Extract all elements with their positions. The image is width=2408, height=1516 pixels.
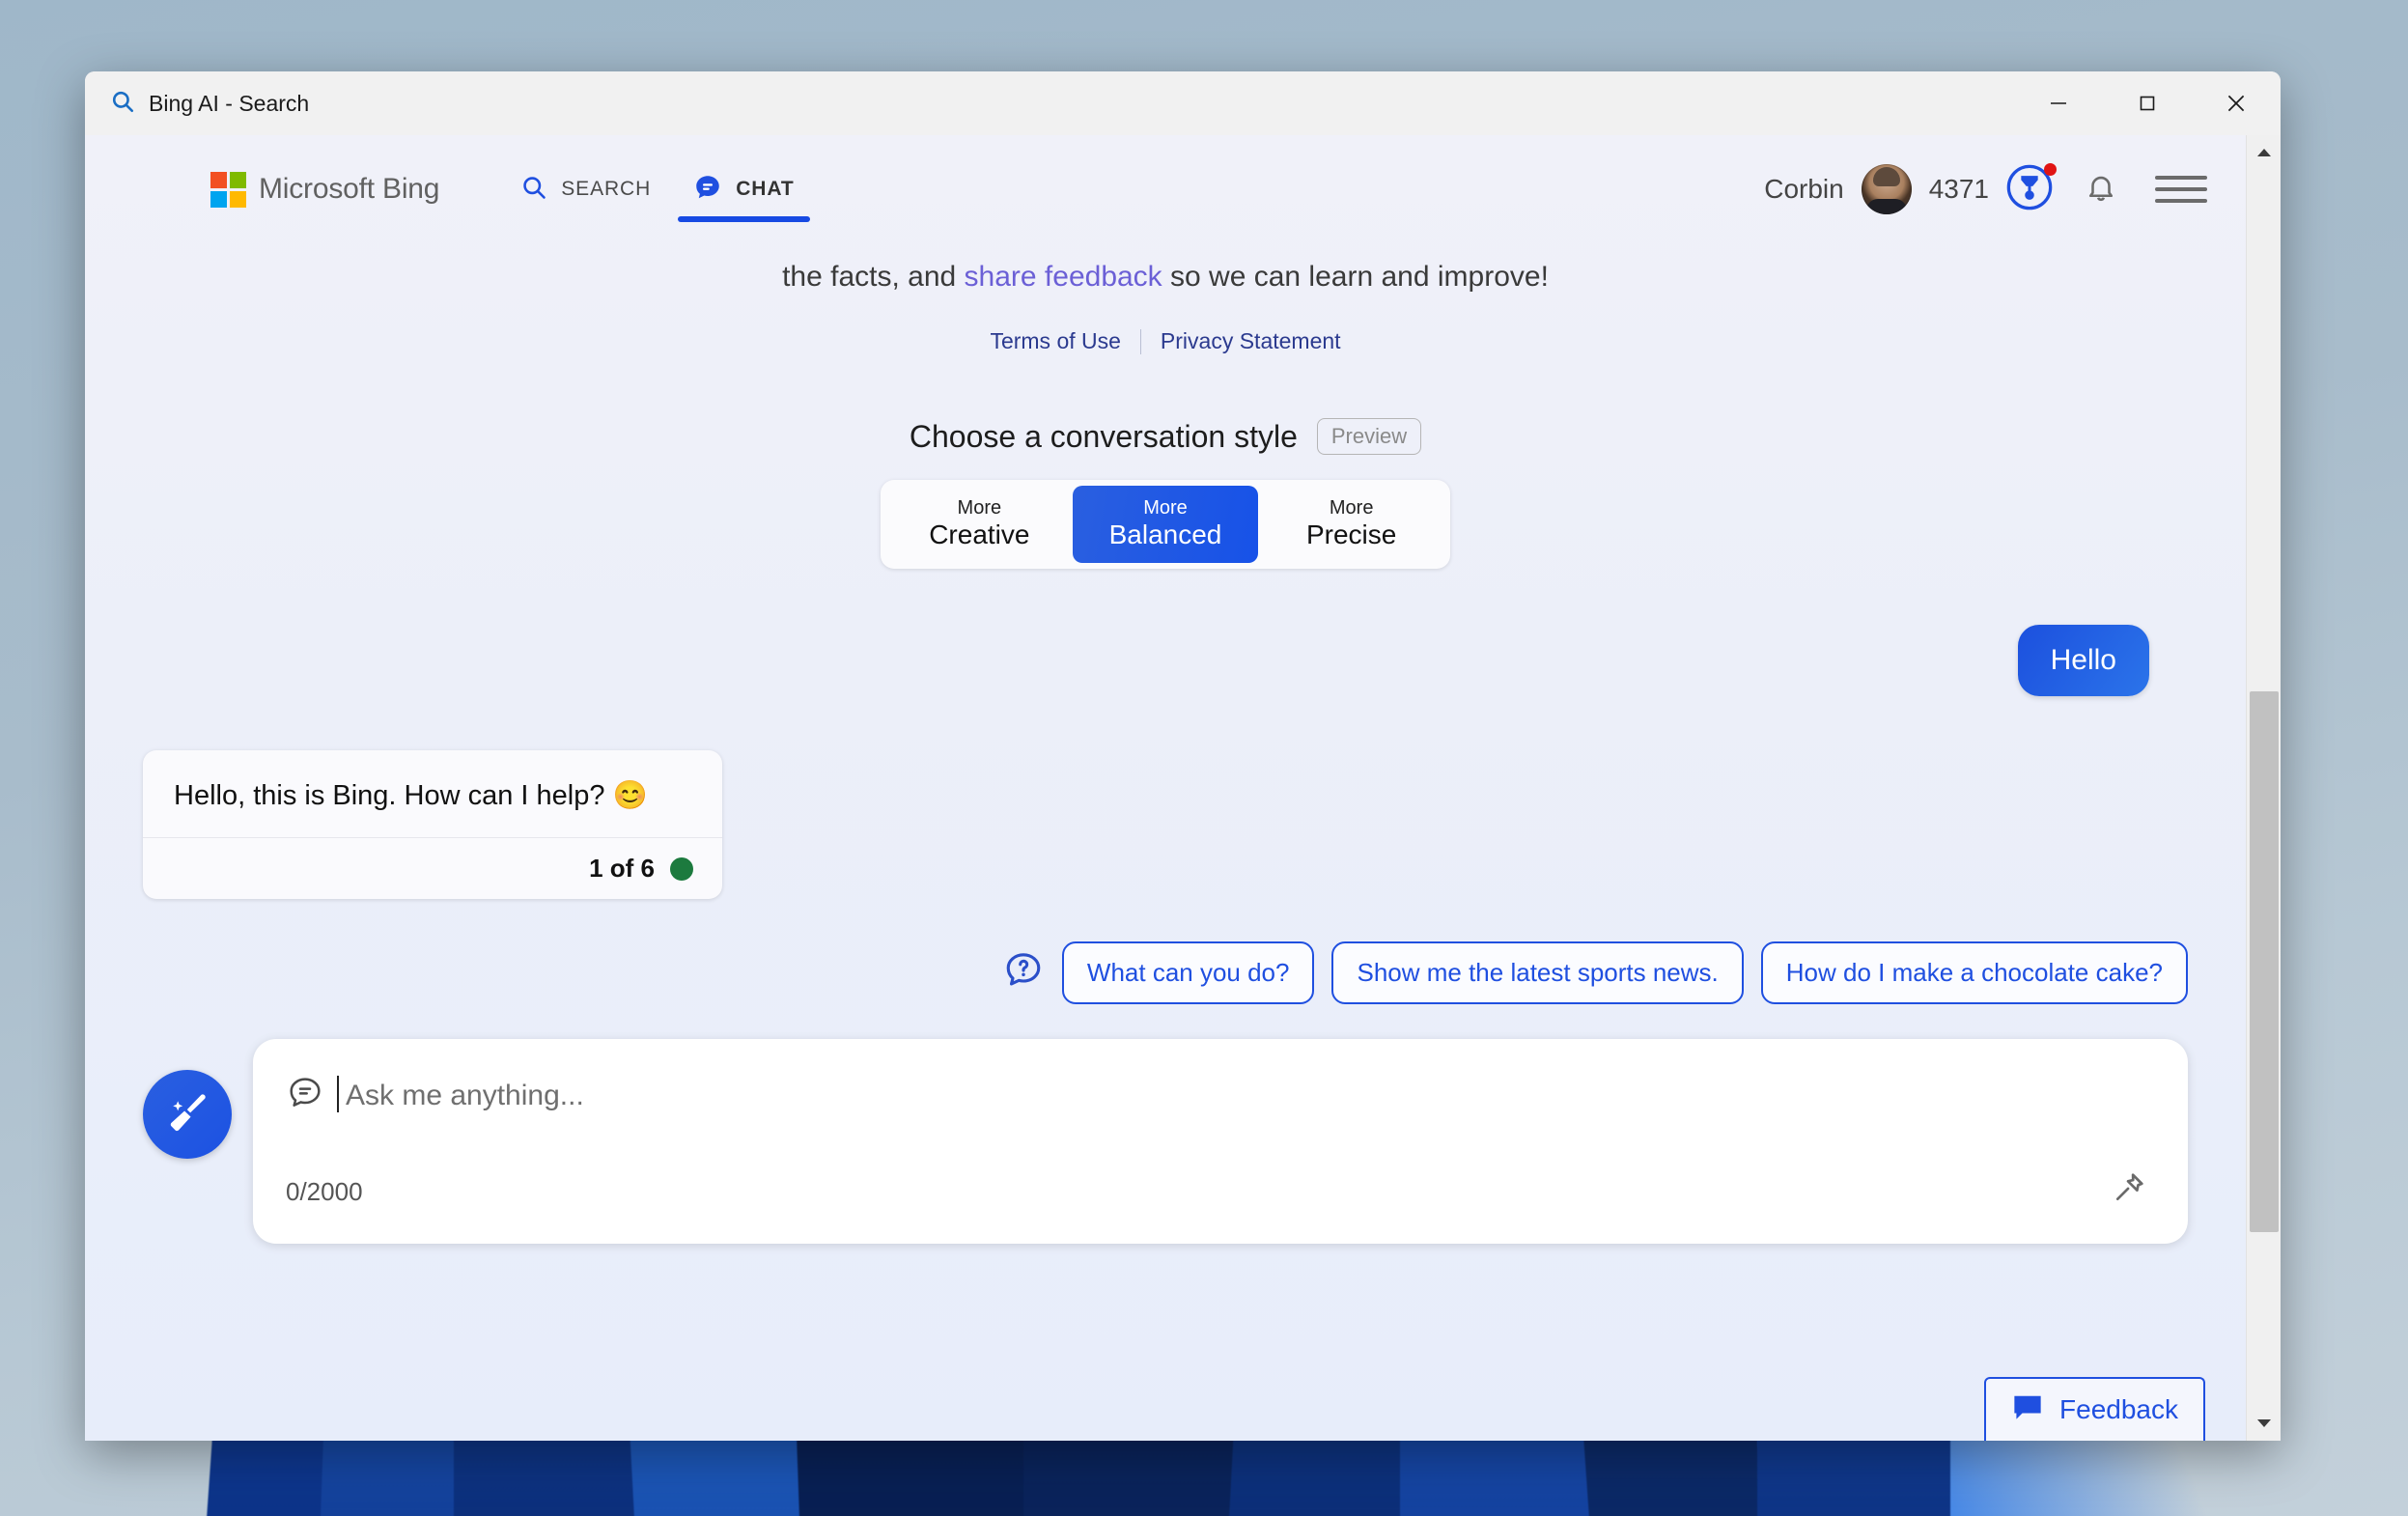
- style-option-balanced-small: More: [1143, 497, 1188, 519]
- share-feedback-link[interactable]: share feedback: [965, 261, 1162, 293]
- tab-search-label: SEARCH: [561, 178, 652, 200]
- notification-dot: [2044, 163, 2057, 176]
- conversation-style-title: Choose a conversation style: [909, 418, 1298, 454]
- chat-transcript: Hello Hello, this is Bing. How can I hel…: [85, 625, 2246, 899]
- search-icon: [110, 89, 135, 119]
- minimize-button[interactable]: [2014, 71, 2103, 135]
- question-bubble-icon: [1002, 949, 1045, 997]
- search-icon: [520, 174, 547, 206]
- suggestion-chip[interactable]: Show me the latest sports news.: [1331, 941, 1744, 1004]
- privacy-statement-link[interactable]: Privacy Statement: [1141, 328, 1360, 354]
- message-user: Hello: [143, 625, 2188, 696]
- bot-message-text: Hello, this is Bing. How can I help? 😊: [174, 780, 648, 811]
- status-indicator-dot: [670, 856, 693, 881]
- style-option-precise-label: Precise: [1305, 519, 1397, 550]
- brand-label: Microsoft Bing: [259, 173, 440, 205]
- feedback-bubble-icon: [2011, 1393, 2044, 1427]
- disclaimer-pre: the facts, and: [782, 261, 965, 293]
- main-nav: SEARCH CHAT: [499, 135, 815, 243]
- style-option-precise-small: More: [1329, 497, 1374, 519]
- scroll-down-arrow[interactable]: [2247, 1406, 2282, 1441]
- suggestion-chips: What can you do? Show me the latest spor…: [85, 941, 2246, 1004]
- bot-message-bubble: Hello, this is Bing. How can I help? 😊 1…: [143, 750, 722, 899]
- new-topic-button[interactable]: [143, 1070, 232, 1159]
- page-body: Microsoft Bing SEARCH CHAT Corbin 4371 t…: [85, 135, 2281, 1441]
- microsoft-logo-icon: [210, 171, 246, 208]
- chat-input-line: Ask me anything...: [286, 1074, 2155, 1117]
- tab-search[interactable]: SEARCH: [499, 135, 672, 243]
- turn-counter: 1 of 6: [589, 854, 655, 883]
- window-title: Bing AI - Search: [149, 90, 310, 116]
- style-option-balanced[interactable]: More Balanced: [1072, 486, 1259, 563]
- scrollbar-track[interactable]: [2247, 170, 2282, 1406]
- bell-icon: [2085, 171, 2117, 209]
- window-controls: [2014, 71, 2281, 135]
- suggestion-chip[interactable]: What can you do?: [1061, 941, 1315, 1004]
- chat-bubble-icon: [286, 1074, 324, 1117]
- tab-chat-underline: [678, 216, 810, 222]
- close-button[interactable]: [2192, 71, 2281, 135]
- style-option-creative-small: More: [957, 497, 1002, 519]
- bot-message-footer: 1 of 6: [143, 837, 722, 899]
- style-option-balanced-label: Balanced: [1108, 519, 1222, 550]
- preview-badge: Preview: [1316, 418, 1422, 455]
- header-right: Corbin 4371: [1764, 163, 2246, 214]
- disclaimer-post: so we can learn and improve!: [1162, 261, 1549, 293]
- rewards-button[interactable]: [2004, 163, 2057, 214]
- avatar[interactable]: [1861, 164, 1912, 214]
- hamburger-menu-icon[interactable]: [2155, 176, 2207, 203]
- user-message-bubble: Hello: [2017, 625, 2149, 696]
- disclaimer-text: the facts, and share feedback so we can …: [85, 261, 2246, 294]
- style-option-precise[interactable]: More Precise: [1258, 486, 1444, 563]
- tab-chat[interactable]: CHAT: [672, 135, 815, 243]
- title-bar-left: Bing AI - Search: [85, 89, 309, 119]
- broom-new-topic-icon: [163, 1088, 211, 1141]
- message-bot: Hello, this is Bing. How can I help? 😊 1…: [143, 750, 2188, 899]
- conversation-style-header: Choose a conversation style Preview: [85, 418, 2246, 455]
- feedback-button[interactable]: Feedback: [1984, 1377, 2205, 1441]
- conversation-style-group: More Creative More Balanced More Precise: [881, 480, 1450, 569]
- tab-chat-label: CHAT: [736, 178, 795, 200]
- style-option-creative[interactable]: More Creative: [886, 486, 1073, 563]
- title-bar[interactable]: Bing AI - Search: [85, 71, 2281, 135]
- style-option-creative-label: Creative: [929, 519, 1030, 550]
- terms-of-use-link[interactable]: Terms of Use: [970, 328, 1139, 354]
- chat-bubble-icon: [693, 173, 722, 207]
- suggestion-chip[interactable]: How do I make a chocolate cake?: [1760, 941, 2188, 1004]
- rewards-points: 4371: [1928, 174, 1989, 204]
- notifications-button[interactable]: [2076, 164, 2126, 214]
- chat-input-placeholder: Ask me anything...: [337, 1075, 584, 1112]
- text-caret: [337, 1075, 339, 1112]
- microsoft-bing-logo[interactable]: Microsoft Bing: [210, 171, 440, 208]
- vertical-scrollbar[interactable]: [2246, 135, 2281, 1441]
- maximize-button[interactable]: [2103, 71, 2192, 135]
- content-column: Microsoft Bing SEARCH CHAT Corbin 4371 t…: [85, 135, 2246, 1441]
- user-name: Corbin: [1764, 174, 1844, 204]
- pin-button[interactable]: [2111, 1169, 2147, 1211]
- composer: Ask me anything... 0/2000: [85, 1039, 2246, 1244]
- chat-input-box[interactable]: Ask me anything... 0/2000: [253, 1039, 2188, 1244]
- pin-icon: [2111, 1173, 2147, 1210]
- feedback-label: Feedback: [2059, 1394, 2178, 1424]
- bing-header: Microsoft Bing SEARCH CHAT Corbin 4371: [85, 135, 2246, 243]
- scroll-up-arrow[interactable]: [2247, 135, 2282, 170]
- scrollbar-thumb[interactable]: [2249, 691, 2279, 1232]
- legal-links: Terms of Use Privacy Statement: [85, 328, 2246, 354]
- character-counter: 0/2000: [286, 1177, 363, 1206]
- app-window: Bing AI - Search Microsoft Bing SEARCH C…: [85, 71, 2281, 1441]
